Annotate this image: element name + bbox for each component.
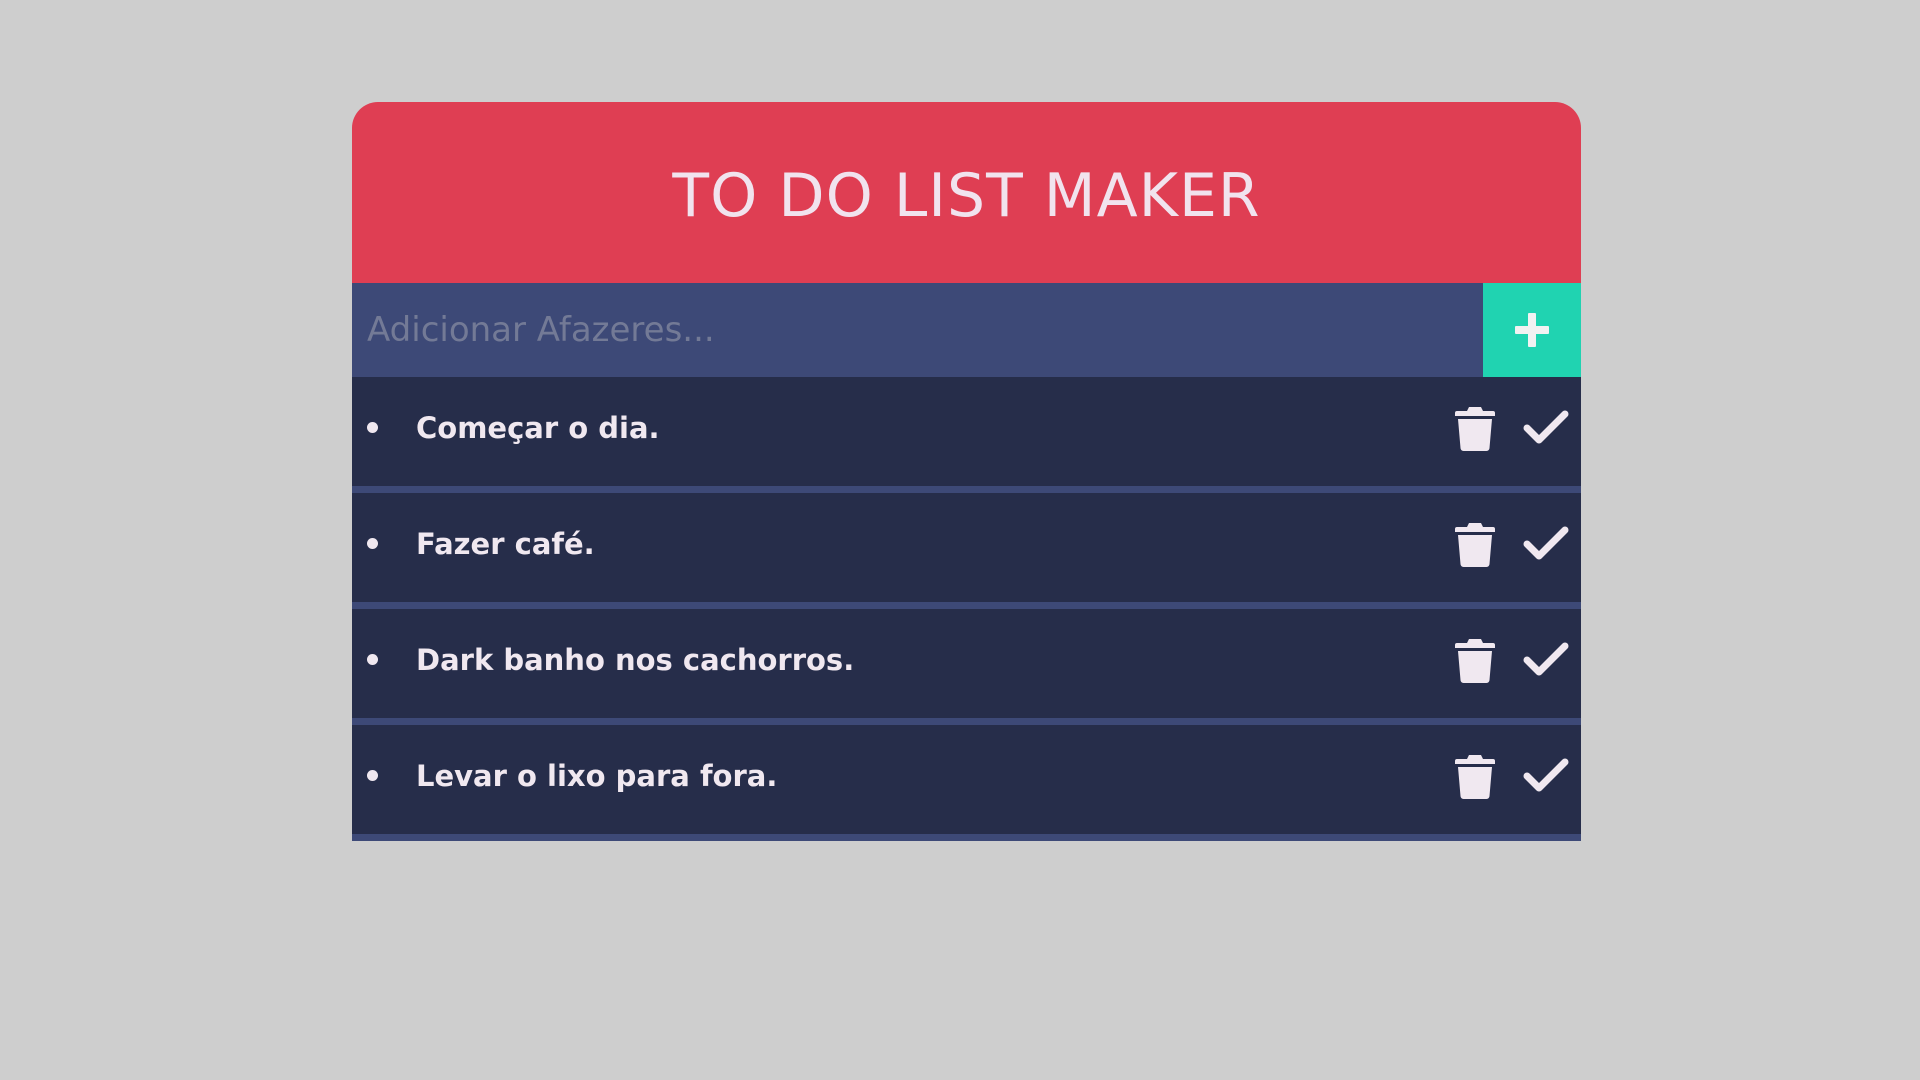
todo-text: Fazer café. bbox=[416, 526, 595, 561]
complete-button[interactable] bbox=[1521, 519, 1571, 569]
todo-text: Levar o lixo para fora. bbox=[416, 758, 778, 793]
complete-button[interactable] bbox=[1521, 635, 1571, 685]
check-icon bbox=[1523, 642, 1569, 675]
todo-item: Fazer café. bbox=[352, 493, 1581, 609]
add-task-button[interactable] bbox=[1483, 283, 1581, 377]
app-header: TO DO LIST MAKER bbox=[352, 102, 1581, 283]
trash-icon bbox=[1455, 522, 1495, 567]
bullet bbox=[367, 770, 378, 781]
todo-item: Levar o lixo para fora. bbox=[352, 725, 1581, 841]
todo-app: TO DO LIST MAKER Começar o dia. bbox=[352, 102, 1581, 841]
delete-button[interactable] bbox=[1453, 519, 1497, 569]
todo-item: Dark banho nos cachorros. bbox=[352, 609, 1581, 725]
delete-button[interactable] bbox=[1453, 635, 1497, 685]
bullet bbox=[367, 654, 378, 665]
check-icon bbox=[1523, 758, 1569, 791]
complete-button[interactable] bbox=[1521, 751, 1571, 801]
todo-text: Dark banho nos cachorros. bbox=[416, 642, 855, 677]
bullet bbox=[367, 538, 378, 549]
app-title: TO DO LIST MAKER bbox=[672, 160, 1261, 231]
delete-button[interactable] bbox=[1453, 403, 1497, 453]
complete-button[interactable] bbox=[1521, 403, 1571, 453]
trash-icon bbox=[1455, 638, 1495, 683]
check-icon bbox=[1523, 526, 1569, 559]
plus-icon bbox=[1515, 313, 1549, 347]
bullet bbox=[367, 422, 378, 433]
check-icon bbox=[1523, 410, 1569, 443]
trash-icon bbox=[1455, 406, 1495, 451]
trash-icon bbox=[1455, 754, 1495, 799]
todo-item: Começar o dia. bbox=[352, 377, 1581, 493]
add-task-bar bbox=[352, 283, 1581, 377]
todo-text: Começar o dia. bbox=[416, 410, 660, 445]
task-input[interactable] bbox=[352, 283, 1483, 377]
delete-button[interactable] bbox=[1453, 751, 1497, 801]
todo-list: Começar o dia. Fazer café. Dark banho no… bbox=[352, 377, 1581, 841]
